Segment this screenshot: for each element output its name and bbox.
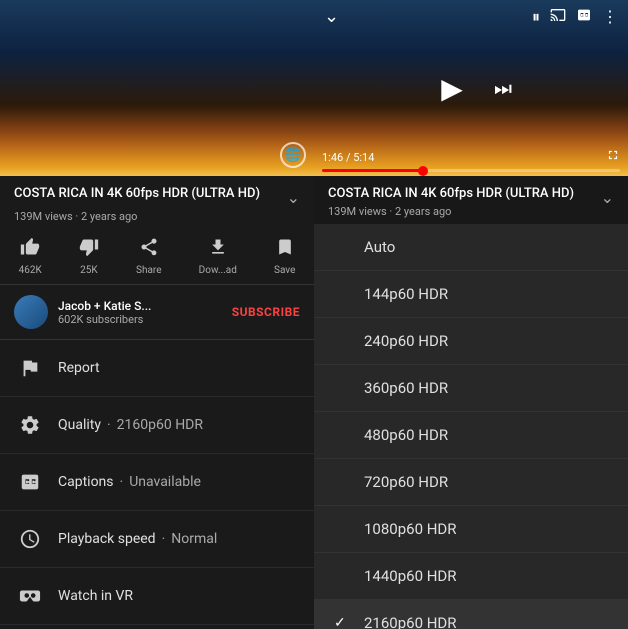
quality-option-1080p[interactable]: 1080p60 HDR	[314, 506, 628, 553]
subscribe-button[interactable]: SUBSCRIBE	[232, 305, 300, 319]
save-icon	[275, 237, 295, 262]
quality-option-2160p[interactable]: ✓ 2160p60 HDR	[314, 600, 628, 629]
quality-label-480p: 480p60 HDR	[364, 426, 448, 444]
action-bar: 462K 25K Share Dow...ad Save	[0, 229, 314, 285]
fullscreen-icon[interactable]	[606, 148, 620, 166]
speed-icon	[16, 525, 44, 553]
quality-label-1440p: 1440p60 HDR	[364, 567, 457, 585]
menu-list: Report Quality · 2160p60 HDR Captions · …	[0, 340, 314, 629]
right-top-bar: ⌄ ⏸ ⋮	[314, 0, 628, 33]
gear-icon	[16, 411, 44, 439]
channel-avatar[interactable]	[14, 295, 48, 329]
quality-label-360p: 360p60 HDR	[364, 379, 448, 397]
quality-option-240p[interactable]: 240p60 HDR	[314, 318, 628, 365]
thumbnail-overlay: 🌐	[280, 142, 306, 168]
share-label: Share	[136, 265, 161, 276]
menu-item-help[interactable]: Help & feedback	[0, 625, 314, 629]
share-icon	[139, 237, 159, 262]
save-button[interactable]: Save	[274, 237, 295, 276]
chevron-down-icon[interactable]: ⌄	[287, 188, 300, 207]
share-button[interactable]: Share	[136, 237, 161, 276]
quality-label-720p: 720p60 HDR	[364, 473, 448, 491]
video-info: COSTA RICA IN 4K 60fps HDR (ULTRA HD) ⌄ …	[0, 176, 314, 229]
time-row: 1:46 / 5:14	[322, 148, 620, 166]
play-button[interactable]: ▶	[430, 66, 474, 110]
menu-item-playback-speed[interactable]: Playback speed · Normal	[0, 511, 314, 568]
menu-item-watch-vr[interactable]: Watch in VR	[0, 568, 314, 625]
pause-icon[interactable]: ⏸	[532, 7, 540, 27]
subtitles-icon[interactable]	[576, 7, 592, 27]
progress-fill	[322, 169, 423, 172]
download-label: Dow...ad	[199, 265, 237, 276]
quality-option-144p[interactable]: 144p60 HDR	[314, 271, 628, 318]
collapse-icon[interactable]: ⌄	[324, 6, 339, 27]
dislike-icon	[79, 237, 99, 262]
right-video-meta: 139M views · 2 years ago	[328, 205, 574, 218]
vr-icon	[16, 582, 44, 610]
quality-list: Auto 144p60 HDR 240p60 HDR 360p60 HDR 48…	[314, 224, 628, 629]
play-controls: ▶ ⏭	[430, 66, 512, 110]
download-button[interactable]: Dow...ad	[199, 237, 237, 276]
quality-option-480p[interactable]: 480p60 HDR	[314, 412, 628, 459]
menu-item-captions[interactable]: Captions · Unavailable	[0, 454, 314, 511]
right-panel: ⌄ ⏸ ⋮ ▶ ⏭ 1:46 / 5:14	[314, 0, 628, 629]
video-title: COSTA RICA IN 4K 60fps HDR (ULTRA HD)	[14, 186, 281, 203]
download-icon	[208, 237, 228, 262]
right-video-details: COSTA RICA IN 4K 60fps HDR (ULTRA HD) 13…	[328, 186, 574, 218]
quality-label-144p: 144p60 HDR	[364, 285, 448, 303]
video-thumbnail: 🌐	[0, 0, 314, 176]
left-panel: 🌐 COSTA RICA IN 4K 60fps HDR (ULTRA HD) …	[0, 0, 314, 629]
quality-option-1440p[interactable]: 1440p60 HDR	[314, 553, 628, 600]
dislike-button[interactable]: 25K	[79, 237, 99, 276]
channel-name: Jacob + Katie S...	[58, 299, 232, 313]
captions-icon	[16, 468, 44, 496]
flag-icon	[16, 354, 44, 382]
quality-option-auto[interactable]: Auto	[314, 224, 628, 271]
video-time: 1:46 / 5:14	[322, 151, 374, 164]
channel-info: Jacob + Katie S... 602K subscribers	[58, 299, 232, 326]
quality-label-auto: Auto	[364, 238, 395, 256]
right-video-info: COSTA RICA IN 4K 60fps HDR (ULTRA HD) 13…	[314, 176, 628, 224]
progress-dot	[418, 166, 428, 176]
skip-next-icon[interactable]: ⏭	[494, 76, 512, 100]
menu-text-playback-speed: Playback speed · Normal	[58, 531, 217, 547]
menu-text-quality: Quality · 2160p60 HDR	[58, 417, 203, 433]
channel-subscribers: 602K subscribers	[58, 313, 232, 326]
globe-icon: 🌐	[280, 142, 306, 168]
channel-row: Jacob + Katie S... 602K subscribers SUBS…	[0, 285, 314, 340]
menu-text-captions: Captions · Unavailable	[58, 474, 201, 490]
dislike-count: 25K	[80, 265, 98, 276]
right-video-title: COSTA RICA IN 4K 60fps HDR (ULTRA HD)	[328, 186, 574, 203]
progress-bar[interactable]	[322, 169, 620, 172]
right-chevron-icon[interactable]: ⌄	[601, 188, 614, 207]
quality-option-720p[interactable]: 720p60 HDR	[314, 459, 628, 506]
like-count: 462K	[19, 265, 42, 276]
like-icon	[20, 237, 40, 262]
save-label: Save	[274, 265, 295, 276]
quality-option-360p[interactable]: 360p60 HDR	[314, 365, 628, 412]
menu-text-report: Report	[58, 360, 100, 376]
like-button[interactable]: 462K	[19, 237, 42, 276]
top-bar-controls: ⏸ ⋮	[532, 7, 618, 27]
quality-check-2160p: ✓	[334, 615, 354, 629]
quality-label-2160p: 2160p60 HDR	[364, 614, 457, 629]
video-meta: 139M views · 2 years ago	[14, 210, 300, 223]
quality-label-1080p: 1080p60 HDR	[364, 520, 457, 538]
menu-text-watch-vr: Watch in VR	[58, 588, 133, 604]
video-title-row: COSTA RICA IN 4K 60fps HDR (ULTRA HD) ⌄	[14, 186, 300, 207]
right-video-area: ⌄ ⏸ ⋮ ▶ ⏭ 1:46 / 5:14	[314, 0, 628, 176]
cast-icon[interactable]	[550, 7, 566, 27]
quality-label-240p: 240p60 HDR	[364, 332, 448, 350]
video-bottom-bar: 1:46 / 5:14	[314, 144, 628, 176]
menu-item-report[interactable]: Report	[0, 340, 314, 397]
more-icon[interactable]: ⋮	[602, 7, 618, 26]
menu-item-quality[interactable]: Quality · 2160p60 HDR	[0, 397, 314, 454]
